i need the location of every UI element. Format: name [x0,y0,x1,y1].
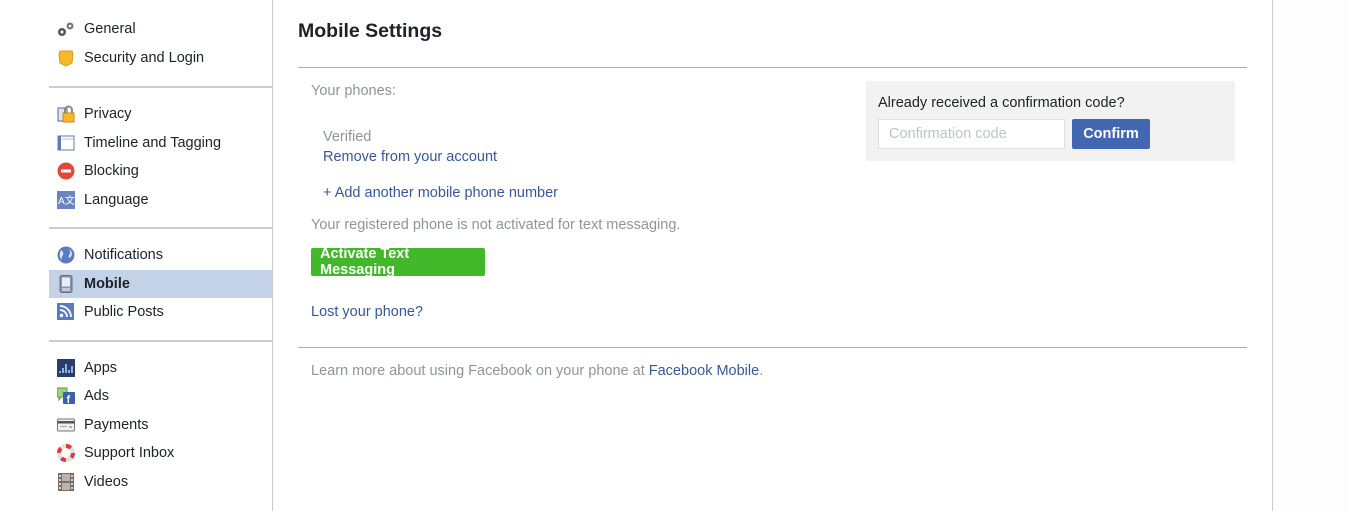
sidebar-item-payments[interactable]: Payments [49,411,272,440]
sidebar-item-language[interactable]: A文 Language [49,186,272,215]
add-phone-link[interactable]: + Add another mobile phone number [323,185,558,201]
lock-icon [57,105,75,123]
phone-status: Verified [323,129,372,145]
confirmation-code-box: Already received a confirmation code? Co… [866,81,1235,161]
shield-icon [57,49,75,67]
sidebar-item-label: Ads [84,388,109,405]
remove-phone-link[interactable]: Remove from your account [323,149,497,165]
language-icon: A文 [57,190,75,209]
sidebar-item-apps[interactable]: Apps [49,354,272,383]
sidebar-item-label: General [84,21,136,38]
sidebar-item-security[interactable]: Security and Login [49,44,272,73]
sidebar-item-label: Apps [84,359,118,376]
facebook-mobile-link[interactable]: Facebook Mobile [649,363,759,379]
sidebar-item-label: Notifications [84,247,163,264]
gears-icon [57,20,75,38]
settings-sidebar: General Security and Login Privacy Timel… [49,0,272,511]
not-activated-text: Your registered phone is not activated f… [311,217,681,233]
activate-text-messaging-button[interactable]: Activate Text Messaging [311,246,485,278]
sidebar-item-label: Mobile [84,275,130,292]
sidebar-item-label: Blocking [84,163,139,180]
sidebar-item-public-posts[interactable]: Public Posts [49,298,272,327]
sidebar-item-label: Timeline and Tagging [84,134,222,151]
blocking-icon [57,162,75,180]
timeline-icon [57,134,75,152]
sidebar-group-privacy: Privacy Timeline and Tagging Blocking A文… [49,88,272,227]
sidebar-item-blocking[interactable]: Blocking [49,157,272,186]
sidebar-item-label: Public Posts [84,304,164,321]
learn-more-end: . [759,363,764,379]
title-divider [298,67,1247,68]
sidebar-item-label: Privacy [84,106,132,123]
sidebar-item-general[interactable]: General [49,15,272,44]
sidebar-group-apps: Apps f Ads Payments Support Inbox Videos [49,342,272,497]
footer-divider [298,347,1247,348]
sidebar-item-label: Payments [84,416,149,433]
sidebar-group-account: General Security and Login [49,0,272,86]
sidebar-item-privacy[interactable]: Privacy [49,100,272,129]
credit-card-icon [57,416,75,434]
globe-icon [57,246,75,264]
confirm-button[interactable]: Confirm [1072,119,1150,149]
lost-phone-link[interactable]: Lost your phone? [311,304,423,320]
sidebar-border [272,0,273,511]
sidebar-item-timeline[interactable]: Timeline and Tagging [49,129,272,158]
learn-more: Learn more about using Facebook on your … [311,363,763,379]
sidebar-item-mobile[interactable]: Mobile [49,269,272,298]
learn-more-text: Learn more about using Facebook on your … [311,363,649,379]
apps-icon [57,358,75,377]
svg-text:f: f [67,394,71,405]
film-icon [57,472,75,491]
sidebar-item-ads[interactable]: f Ads [49,382,272,411]
your-phones-label: Your phones: [311,83,396,99]
sidebar-item-label: Support Inbox [84,445,175,462]
page-title: Mobile Settings [298,20,443,42]
confirmation-question: Already received a confirmation code? [878,95,1125,111]
confirmation-code-input[interactable] [878,119,1065,149]
svg-text:A文: A文 [58,194,75,207]
sidebar-item-notifications[interactable]: Notifications [49,241,272,270]
sidebar-item-label: Videos [84,473,129,490]
sidebar-group-notifications: Notifications Mobile Public Posts [49,229,272,340]
sidebar-item-videos[interactable]: Videos [49,468,272,497]
sidebar-item-support-inbox[interactable]: Support Inbox [49,439,272,468]
lifebuoy-icon [57,444,75,463]
mobile-phone-icon [57,274,75,293]
sidebar-item-label: Language [84,191,149,208]
right-gutter [1273,0,1348,511]
rss-icon [57,303,75,321]
sidebar-item-label: Security and Login [84,49,205,66]
ads-icon: f [56,387,75,406]
